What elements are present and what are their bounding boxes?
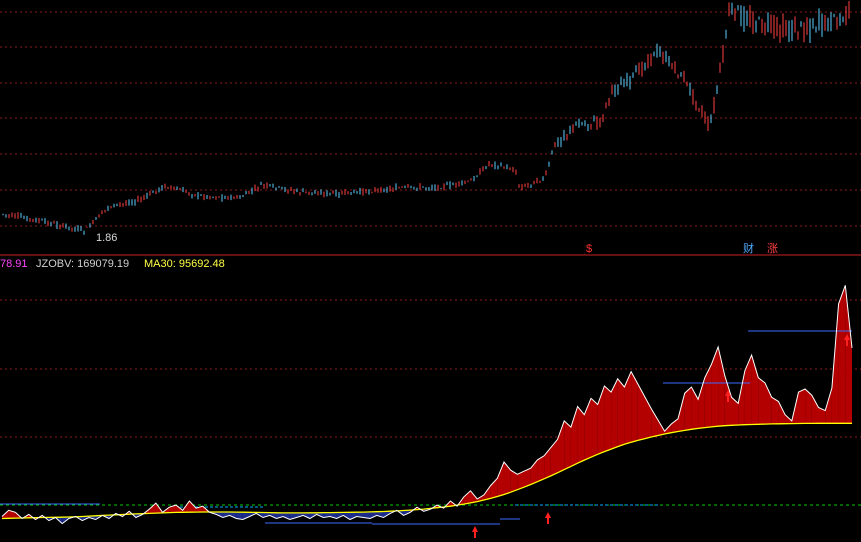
chart-background (0, 0, 861, 542)
fill-above-ma (617, 378, 625, 447)
fill-above-ma (684, 387, 692, 431)
event-marker-finance: 财 (743, 241, 754, 255)
stock-chart: 1.86 $ 财 涨 78.91 JZOBV: 169079.19 MA30: … (0, 0, 861, 542)
fill-above-ma (798, 389, 806, 424)
ma30-label: MA30: 95692.48 (144, 258, 225, 270)
fill-above-ma (591, 398, 598, 458)
event-marker-rise: 涨 (767, 242, 778, 255)
indicator-prefix-value: 78.91 (0, 258, 28, 270)
price-low-marker: 1.86 (96, 232, 117, 244)
fill-above-ma (758, 377, 765, 425)
jzobv-label: JZOBV: 169079.19 (36, 258, 129, 270)
fill-above-ma (604, 386, 612, 452)
fill-above-ma (564, 420, 571, 470)
fill-above-ma (577, 406, 585, 464)
event-marker-dollar: $ (586, 243, 592, 255)
fill-above-ma (838, 285, 846, 424)
